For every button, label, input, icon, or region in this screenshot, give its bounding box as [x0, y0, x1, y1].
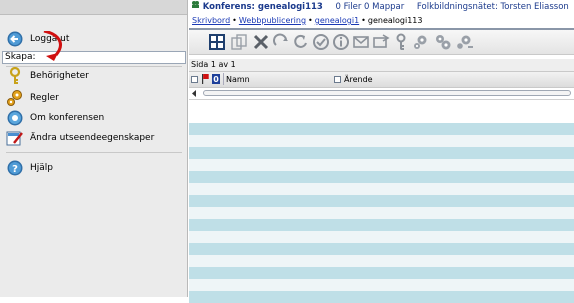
file-list	[189, 123, 574, 303]
list-row	[189, 195, 574, 207]
info-globe-icon	[6, 109, 24, 127]
info-icon[interactable]	[331, 32, 351, 52]
send-icon[interactable]	[371, 32, 391, 52]
breadcrumb-genealogi1[interactable]: genealogi1	[315, 16, 359, 25]
toolbar	[189, 30, 574, 55]
sidebar-top-bar	[0, 0, 187, 15]
gear-icon[interactable]	[411, 32, 431, 52]
delete-icon[interactable]	[251, 32, 271, 52]
breadcrumb-webpublishing[interactable]: Webbpublicering	[239, 16, 306, 25]
keys-icon	[6, 67, 24, 85]
sidebar-item-label: Om konferensen	[30, 113, 105, 123]
back-arrow-icon	[6, 30, 24, 48]
list-row	[189, 291, 574, 303]
flag-column-icon[interactable]	[202, 73, 209, 85]
mail-icon[interactable]	[351, 32, 371, 52]
sidebar-item-help[interactable]: ? Hjälp	[0, 157, 188, 179]
list-row	[189, 183, 574, 195]
select-all-checkbox[interactable]	[191, 73, 198, 85]
list-row	[189, 267, 574, 279]
refresh-icon[interactable]	[291, 32, 311, 52]
conference-title-bar: Konferens: genealogi113 0 Filer 0 Mappar…	[189, 0, 574, 14]
sidebar: Logga ut Skapa: Behörigheter Regler Om k…	[0, 0, 188, 297]
attachment-column-icon[interactable]: 0	[212, 73, 220, 85]
gears-icon[interactable]	[433, 32, 453, 52]
horizontal-scrollbar[interactable]	[189, 88, 574, 100]
breadcrumb: Skrivbord • Webbpublicering • genealogi1 • gen…	[192, 16, 423, 25]
sidebar-item-rules[interactable]: Regler	[0, 87, 188, 109]
sidebar-item-label: Behörigheter	[30, 71, 89, 81]
list-row	[189, 159, 574, 171]
column-toggle-checkbox[interactable]	[334, 73, 341, 85]
svg-text:0: 0	[213, 75, 219, 84]
page-indicator: Sida 1 av 1	[189, 59, 574, 71]
list-row	[189, 135, 574, 147]
sidebar-item-logout[interactable]: Logga ut	[0, 28, 188, 50]
scroll-left-icon[interactable]	[192, 90, 197, 97]
key-icon[interactable]	[391, 32, 411, 52]
sidebar-separator	[6, 152, 182, 153]
check-icon[interactable]	[311, 32, 331, 52]
column-header-subject[interactable]: Ärende	[344, 73, 373, 85]
breadcrumb-desktop[interactable]: Skrivbord	[192, 16, 230, 25]
grid-view-icon[interactable]	[207, 32, 227, 52]
help-icon: ?	[6, 159, 24, 177]
column-header-name[interactable]: Namn	[223, 73, 334, 85]
list-row	[189, 255, 574, 267]
sidebar-item-label: Ändra utseendeegenskaper	[30, 133, 155, 143]
edit-appearance-icon	[6, 129, 24, 147]
file-folder-count: 0 Filer 0 Mappar	[335, 2, 405, 12]
list-row	[189, 171, 574, 183]
list-row	[189, 231, 574, 243]
copy-icon[interactable]	[229, 32, 249, 52]
list-row	[189, 219, 574, 231]
svg-text:?: ?	[12, 164, 18, 175]
user-name: Folkbildningsnätet: Torsten Eliasson	[416, 2, 569, 12]
sidebar-item-label: Regler	[30, 93, 59, 103]
scroll-thumb[interactable]	[203, 90, 571, 96]
move-icon[interactable]	[271, 32, 291, 52]
sidebar-item-label: Hjälp	[30, 163, 53, 173]
breadcrumb-current: genealogi113	[367, 16, 423, 25]
gears-icon	[6, 89, 24, 107]
list-row	[189, 243, 574, 255]
list-row	[189, 207, 574, 219]
list-row	[189, 123, 574, 135]
gear-settings-icon[interactable]	[455, 32, 475, 52]
create-select[interactable]: Skapa:	[2, 51, 186, 64]
conference-name: Konferens: genealogi113	[202, 2, 323, 12]
red-arrow-icon	[43, 31, 62, 61]
sidebar-item-permissions[interactable]: Behörigheter	[0, 65, 188, 87]
list-row	[189, 279, 574, 291]
conference-icon	[191, 1, 203, 12]
sidebar-item-about[interactable]: Om konferensen	[0, 107, 188, 129]
sidebar-item-appearance[interactable]: Ändra utseendeegenskaper	[0, 127, 188, 149]
list-row	[189, 147, 574, 159]
list-header: 0 Namn Ärende	[189, 71, 574, 88]
